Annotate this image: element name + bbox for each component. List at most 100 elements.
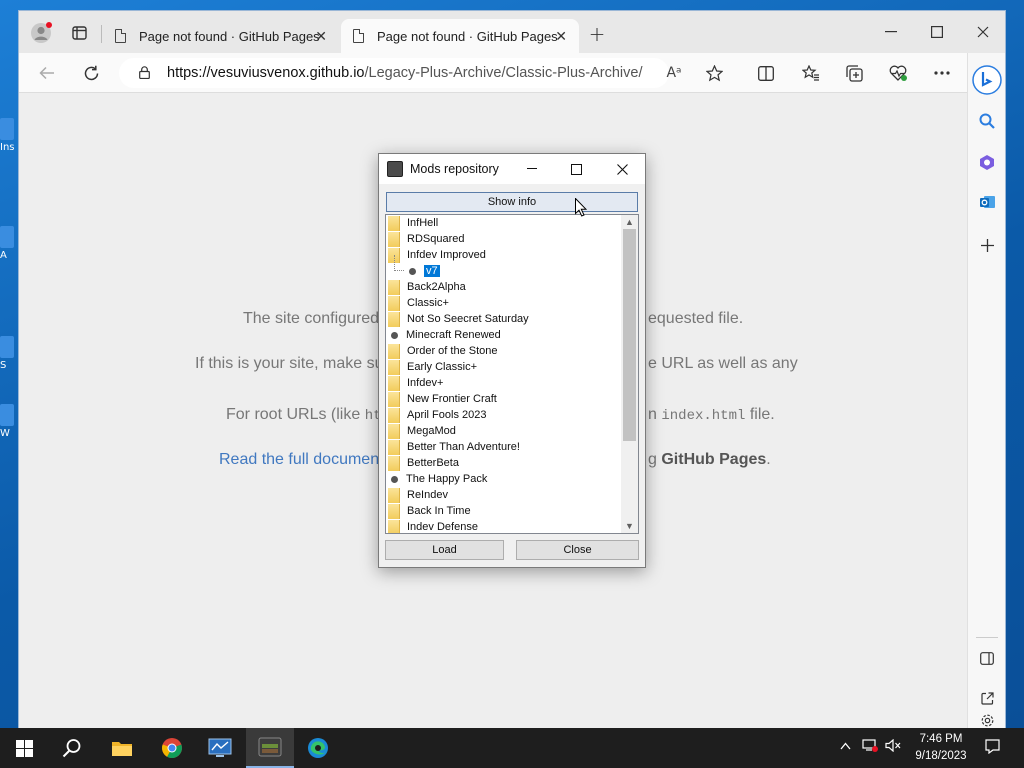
dialog-close-button[interactable] [599, 154, 645, 184]
favorite-button[interactable] [699, 59, 729, 87]
scrollbar-thumb[interactable] [623, 229, 636, 441]
address-bar[interactable]: https://vesuviusvenox.github.io/Legacy-P… [119, 58, 669, 88]
chrome-button[interactable] [148, 728, 196, 768]
folder-icon [388, 455, 400, 471]
github-pages-link[interactable]: GitHub Pages [661, 451, 766, 468]
tab-page-not-found-2[interactable]: Page not found · GitHub Pages ✕ [341, 19, 579, 53]
sidebar-icon [980, 651, 994, 665]
tree-folder-item[interactable]: Order of the Stone [386, 343, 498, 359]
bing-icon [972, 65, 1002, 95]
tree-leaf-item[interactable]: The Happy Pack [386, 471, 487, 487]
minimize-icon [885, 31, 897, 33]
search-button[interactable] [48, 728, 96, 768]
read-aloud-button[interactable]: Aᵃ [659, 59, 689, 87]
tree-item-label: Classic+ [407, 297, 449, 309]
close-window-button[interactable] [960, 17, 1006, 47]
beta-craft-icon [258, 737, 282, 757]
close-tab-icon[interactable]: ✕ [315, 28, 327, 45]
control-panel-button[interactable] [196, 728, 244, 768]
maximize-button[interactable] [914, 17, 960, 47]
address-toolbar: https://vesuviusvenox.github.io/Legacy-P… [19, 53, 1005, 93]
edge-button[interactable] [294, 728, 342, 768]
show-hidden-icons-button[interactable] [840, 739, 851, 753]
tree-folder-item[interactable]: Indev Defense [386, 519, 478, 533]
outlook-button[interactable] [972, 187, 1002, 217]
favorites-button[interactable] [796, 59, 826, 87]
notifications-button[interactable] [985, 739, 1000, 757]
copilot-button[interactable] [972, 147, 1002, 177]
mods-tree-list[interactable]: InfHell RDSquared Infdev Improved v7 Back2Al… [385, 214, 639, 534]
add-sidebar-app-button[interactable] [972, 230, 1002, 260]
vertical-scrollbar[interactable]: ▲ ▼ [621, 215, 638, 533]
system-clock[interactable]: 7:46 PM 9/18/2023 [906, 731, 976, 765]
scroll-up-icon[interactable]: ▲ [621, 215, 638, 229]
dialog-minimize-button[interactable] [509, 154, 555, 184]
tree-folder-item[interactable]: MegaMod [386, 423, 456, 439]
collections-button[interactable] [839, 59, 869, 87]
tree-item-label: The Happy Pack [406, 473, 488, 485]
tree-folder-item[interactable]: New Frontier Craft [386, 391, 497, 407]
open-external-button[interactable] [972, 683, 1002, 713]
tab-actions-button[interactable] [67, 21, 91, 45]
folder-icon [388, 295, 400, 311]
desktop-icon[interactable]: Ins [0, 118, 18, 153]
tree-folder-item[interactable]: Infdev+ [386, 375, 443, 391]
load-button[interactable]: Load [385, 540, 504, 560]
file-explorer-button[interactable] [98, 728, 146, 768]
tab-bar: Page not found · GitHub Pages ✕ Page not… [19, 11, 1005, 53]
sidebar-settings-button[interactable] [972, 713, 1002, 729]
show-info-button[interactable]: Show info [386, 192, 638, 212]
tree-folder-item[interactable]: Not So Seecret Saturday [386, 311, 529, 327]
desktop-icon-label: A [0, 250, 7, 261]
dialog-maximize-button[interactable] [553, 154, 599, 184]
app-icon [387, 161, 403, 177]
tree-folder-item[interactable]: Better Than Adventure! [386, 439, 520, 455]
folder-icon [388, 519, 400, 533]
close-tab-icon[interactable]: ✕ [555, 28, 567, 45]
back-button[interactable] [32, 59, 62, 87]
tree-leaf-item[interactable]: Minecraft Renewed [386, 327, 501, 343]
read-aloud-icon: Aᵃ [666, 65, 682, 81]
tree-folder-item[interactable]: Back2Alpha [386, 279, 466, 295]
search-button[interactable] [972, 106, 1002, 136]
refresh-button[interactable] [76, 59, 106, 87]
tree-item-label: Better Than Adventure! [407, 441, 520, 453]
tree-leaf-item[interactable]: v7 [394, 255, 440, 279]
folder-icon [388, 359, 400, 375]
split-screen-button[interactable] [751, 59, 781, 87]
bing-chat-button[interactable] [972, 65, 1002, 95]
clock-time: 7:46 PM [919, 733, 963, 745]
tree-folder-item[interactable]: RDSquared [386, 231, 464, 247]
tab-page-not-found-1[interactable]: Page not found · GitHub Pages ✕ [103, 19, 339, 53]
text: The site configured [243, 310, 380, 327]
dialog-title-bar[interactable]: Mods repository [379, 154, 645, 184]
folder-icon [388, 279, 400, 295]
profile-avatar[interactable] [29, 21, 53, 45]
documentation-link[interactable]: Read the full documen [219, 451, 379, 469]
tree-folder-item[interactable]: Back In Time [386, 503, 471, 519]
tree-folder-item[interactable]: ReIndev [386, 487, 448, 503]
settings-more-button[interactable] [927, 59, 957, 87]
scroll-down-icon[interactable]: ▼ [621, 519, 638, 533]
tree-folder-item[interactable]: InfHell [386, 215, 438, 231]
tree-folder-item[interactable]: Classic+ [386, 295, 449, 311]
close-button[interactable]: Close [516, 540, 639, 560]
desktop-icon[interactable]: A [0, 226, 18, 261]
favorites-icon [802, 65, 819, 81]
text: . [766, 451, 771, 468]
start-button[interactable] [0, 728, 48, 768]
network-button[interactable] [862, 739, 878, 755]
tree-folder-item[interactable]: BetterBeta [386, 455, 459, 471]
new-tab-button[interactable]: + [585, 22, 609, 46]
hide-sidebar-button[interactable] [972, 643, 1002, 673]
desktop-icon[interactable]: S [0, 336, 18, 371]
volume-button[interactable] [885, 738, 901, 755]
tree-folder-item[interactable]: Early Classic+ [386, 359, 477, 375]
browser-essentials-button[interactable] [883, 59, 913, 87]
minimize-button[interactable] [868, 17, 914, 47]
tree-folder-item[interactable]: April Fools 2023 [386, 407, 487, 423]
sidebar-divider [976, 637, 998, 638]
desktop-icon[interactable]: W [0, 404, 18, 439]
maximize-icon [570, 163, 582, 175]
beta-craft-launcher-button[interactable] [246, 728, 294, 768]
